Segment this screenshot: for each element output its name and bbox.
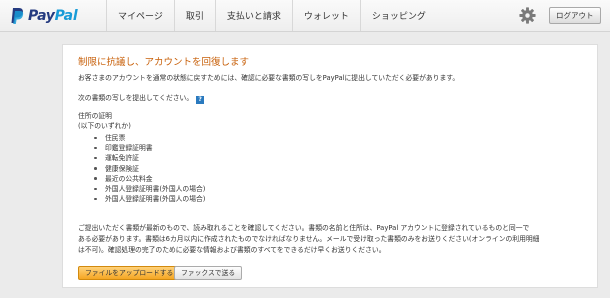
document-name: 運転免許証: [105, 154, 139, 163]
list-item: 印鑑登録証明書: [91, 143, 205, 153]
bullet-icon: [94, 156, 97, 160]
document-name: 外国人登録証明書(外国人の場合): [105, 195, 206, 204]
nav-item-wallet[interactable]: ウォレット: [293, 0, 361, 31]
document-name: 健康保険証: [105, 164, 139, 173]
top-navigation-bar: PayPal マイページ 取引 支払いと請求 ウォレット ショッピング ログアウ…: [0, 0, 610, 32]
intro-text: お客さまのアカウントを通常の状態に戻すためには、確認に必要な書類の写しをPayP…: [78, 74, 460, 82]
help-icon[interactable]: ?: [196, 96, 205, 104]
logo-pay: Pay: [28, 8, 55, 24]
nav-item-transactions[interactable]: 取引: [175, 0, 216, 31]
logo-pal: Pal: [54, 8, 78, 24]
document-name: 住民票: [105, 134, 126, 142]
upload-file-button[interactable]: ファイルをアップロードする: [78, 266, 181, 280]
nav-item-payments-billing[interactable]: 支払いと請求: [216, 0, 293, 31]
document-name: 印鑑登録証明書: [105, 144, 153, 153]
address-proof-subtitle: (以下のいずれか): [78, 122, 131, 130]
main-nav: マイページ 取引 支払いと請求 ウォレット ショッピング: [106, 0, 437, 31]
document-list: 住民票 印鑑登録証明書 運転免許証 健康保険証 最近の公共料金 外国人登録証明書…: [91, 133, 205, 204]
send-fax-button[interactable]: ファックスで送る: [174, 266, 243, 280]
bullet-icon: [94, 177, 97, 180]
list-item: 外国人登録証明書(外国人の場合): [91, 184, 205, 194]
appeal-card: 制限に抗議し、アカウントを回復します お客さまのアカウントを通常の状態に戻すため…: [62, 44, 598, 288]
logout-button[interactable]: ログアウト: [549, 7, 601, 24]
note-line: ある必要があります。書類は6カ月以内に作成されたものでなければなりません。メール…: [78, 235, 540, 243]
bullet-icon: [94, 187, 97, 191]
list-item: 住民票: [91, 133, 205, 143]
nav-item-mypage[interactable]: マイページ: [106, 0, 175, 31]
paypal-logo[interactable]: PayPal: [10, 6, 78, 26]
gear-icon[interactable]: [519, 7, 536, 24]
page-title: 制限に抗議し、アカウントを回復します: [78, 57, 250, 68]
bullet-icon: [94, 136, 97, 139]
document-name: 最近の公共料金: [105, 174, 153, 183]
document-name: 外国人登録証明書(外国人の場合): [105, 185, 206, 194]
list-item: 外国人登録証明書(外国人の場合): [91, 194, 205, 204]
address-proof-title: 住所の証明: [78, 112, 112, 120]
requirements-note: ご提出いただく書類が最新のもので、読み取れることを確認してください。書類の名前と…: [78, 223, 588, 256]
paypal-wordmark: PayPal: [28, 8, 78, 24]
list-item: 最近の公共料金: [91, 174, 205, 184]
bullet-icon: [94, 167, 97, 170]
nav-item-shopping[interactable]: ショッピング: [361, 0, 437, 31]
bullet-icon: [94, 197, 97, 201]
bullet-icon: [94, 146, 97, 150]
list-item: 運転免許証: [91, 153, 205, 163]
instruction-line: 次の書類の写しを提出してください。?: [78, 93, 205, 104]
instruction-text: 次の書類の写しを提出してください。: [78, 94, 194, 102]
note-line: は不可)。確認処理の完了のために必要な情報および書類のすべてをできるだけ早くお送…: [78, 246, 386, 254]
paypal-logo-icon: [11, 8, 24, 24]
note-line: ご提出いただく書類が最新のもので、読み取れることを確認してください。書類の名前と…: [78, 224, 530, 232]
list-item: 健康保険証: [91, 164, 205, 174]
